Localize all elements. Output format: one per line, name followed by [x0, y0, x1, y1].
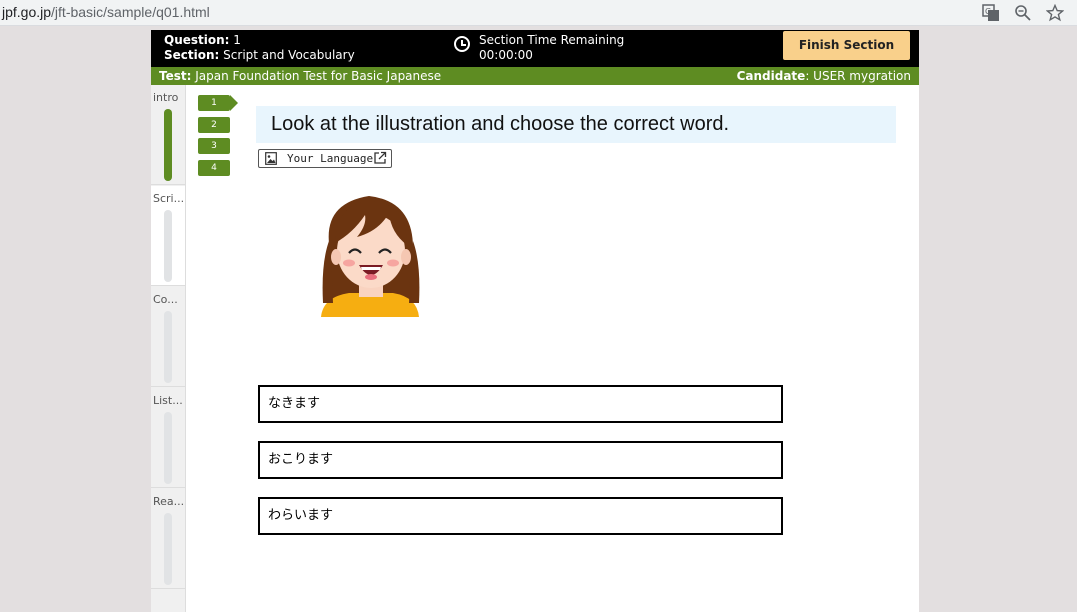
svg-text:G: G	[985, 7, 991, 16]
finish-section-button[interactable]: Finish Section	[783, 31, 910, 60]
section-label: List...	[153, 394, 183, 407]
section-label: Scri...	[153, 192, 185, 205]
section-label: Section:	[164, 48, 220, 62]
section-tab-reading[interactable]: Rea...	[151, 489, 185, 589]
your-language-button[interactable]: Your Language	[258, 149, 392, 168]
section-tab-listening[interactable]: List...	[151, 388, 185, 488]
section-label: intro	[153, 91, 179, 104]
url-text[interactable]: jpf.go.jp/jft-basic/sample/q01.html	[2, 4, 210, 20]
test-name: Japan Foundation Test for Basic Japanese	[195, 69, 442, 83]
sidebar-divider	[185, 85, 186, 612]
your-language-label: Your Language	[287, 152, 374, 165]
question-tab-3[interactable]: 3	[198, 138, 230, 154]
image-icon	[265, 152, 277, 165]
question-label: Question:	[164, 33, 230, 47]
question-instruction: Look at the illustration and choose the …	[256, 106, 896, 143]
section-progress-track	[164, 109, 172, 181]
section-name: Script and Vocabulary	[223, 48, 355, 62]
external-link-icon	[374, 151, 387, 164]
zoom-icon[interactable]	[1014, 4, 1032, 22]
section-label: Co...	[153, 293, 178, 306]
section-tab-script[interactable]: Scri...	[151, 186, 185, 286]
section-label: Rea...	[153, 495, 185, 508]
section-progress-track	[164, 210, 172, 282]
candidate-name: : USER mygration	[805, 69, 911, 83]
timer-value: 00:00:00	[479, 48, 533, 62]
test-info-bar: Test: Japan Foundation Test for Basic Ja…	[151, 67, 919, 85]
question-number: 1	[233, 33, 241, 47]
url-path: /jft-basic/sample/q01.html	[51, 4, 210, 20]
laughing-woman-illustration	[321, 196, 420, 317]
answer-choice-1[interactable]: なきます	[258, 385, 783, 423]
section-progress-fill	[164, 109, 172, 181]
browser-address-bar[interactable]: jpf.go.jp/jft-basic/sample/q01.html G	[0, 0, 1077, 26]
section-progress-track	[164, 513, 172, 585]
answer-choice-3[interactable]: わらいます	[258, 497, 783, 535]
star-icon[interactable]	[1046, 4, 1064, 22]
exam-app: Question: 1 Section: Script and Vocabula…	[151, 30, 919, 612]
question-tab-4[interactable]: 4	[198, 160, 230, 176]
question-tab-2[interactable]: 2	[198, 117, 230, 133]
question-tab-1[interactable]: 1	[198, 95, 238, 111]
section-tab-intro[interactable]: intro	[151, 85, 185, 185]
section-progress-track	[164, 412, 172, 484]
clock-icon	[454, 36, 470, 52]
timer-label: Section Time Remaining	[479, 33, 625, 47]
answer-choice-2[interactable]: おこります	[258, 441, 783, 479]
exam-top-bar: Question: 1 Section: Script and Vocabula…	[151, 30, 919, 67]
question-meta: Question: 1 Section: Script and Vocabula…	[164, 33, 355, 63]
candidate-label: Candidate	[736, 69, 806, 83]
test-label: Test:	[159, 69, 192, 83]
section-tab-conversation[interactable]: Co...	[151, 287, 185, 387]
translate-icon[interactable]: G	[982, 4, 1000, 22]
section-progress-track	[164, 311, 172, 383]
section-navigator: intro Scri... Co... List... Rea...	[151, 85, 185, 612]
url-host: jpf.go.jp	[2, 4, 52, 20]
